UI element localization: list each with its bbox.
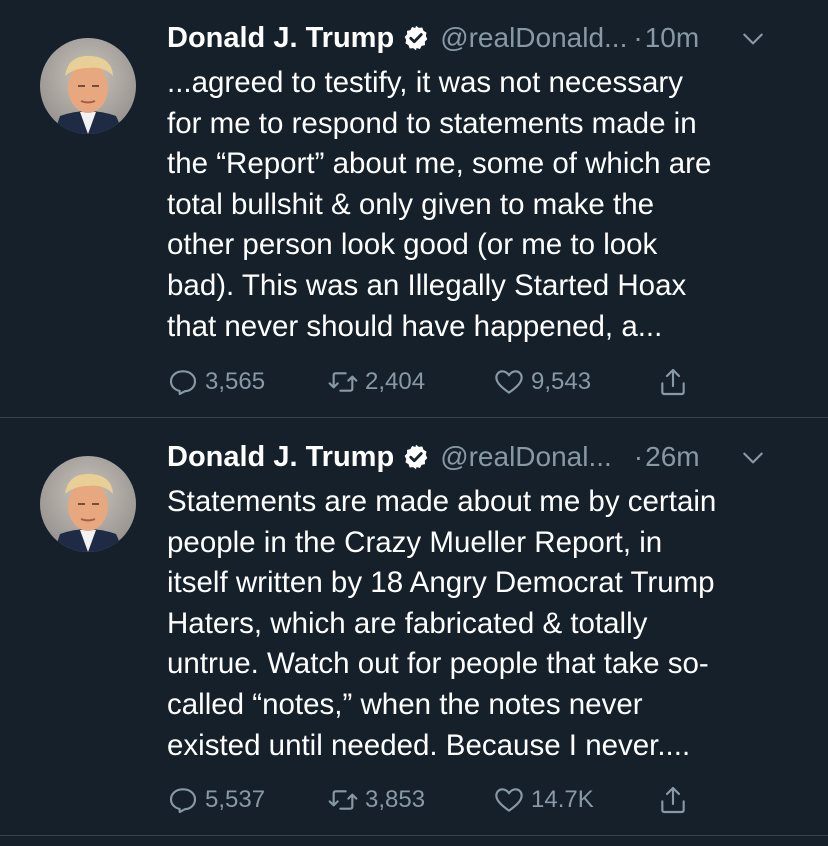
chevron-down-icon[interactable]	[740, 445, 766, 471]
reply-count: 5,537	[205, 786, 266, 813]
share-button[interactable]	[657, 362, 695, 402]
share-button[interactable]	[657, 780, 695, 820]
heart-icon	[495, 370, 523, 394]
tweet-text-line: itself written by 18 Angry Democrat Trum…	[167, 566, 715, 600]
tweet-text-line: people in the Crazy Mueller Report, in	[167, 525, 663, 559]
like-count: 14.7K	[531, 786, 594, 813]
author-name[interactable]: Donald J. Trump	[167, 441, 394, 474]
like-count: 9,543	[531, 368, 592, 395]
reply-button[interactable]: 3,565	[167, 362, 265, 402]
reply-button[interactable]: 5,537	[167, 780, 265, 820]
tweet-text-line: ...agreed to testify, it was not necessa…	[167, 66, 683, 99]
timestamp[interactable]: 26m	[645, 441, 699, 473]
tweet-text-line: Statements are made about me by certain	[167, 485, 717, 518]
share-icon	[661, 786, 685, 814]
heart-icon	[495, 788, 523, 812]
tweet-text-line: called “notes,” when the notes never	[167, 687, 643, 721]
retweet-button[interactable]: 3,853	[327, 780, 425, 820]
tweet-text-line: other person look good (or me to look	[167, 228, 658, 262]
share-icon	[661, 368, 685, 396]
author-handle[interactable]: @realDonald...	[440, 22, 627, 54]
like-button[interactable]: 14.7K	[493, 780, 594, 820]
like-button[interactable]: 9,543	[493, 362, 591, 402]
tweet-text-line: the “Report” about me, some of which are	[167, 147, 712, 181]
verified-badge-icon	[402, 443, 430, 471]
tweet-text: ...agreed to testify, it was not necessa…	[167, 63, 797, 347]
retweet-icon	[328, 372, 358, 392]
chevron-down-icon[interactable]	[740, 26, 766, 52]
tweet-actions: 5,537 3,853 14.7K	[167, 780, 727, 820]
separator-dot: ·	[633, 22, 643, 53]
tweet-header: Donald J. Trump @realDonal... · 26m	[167, 437, 768, 477]
tweet[interactable]: Donald J. Trump @realDonald... · 10m ...…	[0, 0, 828, 418]
retweet-count: 3,853	[365, 786, 426, 813]
verified-badge-icon	[402, 24, 430, 52]
reply-icon	[169, 788, 197, 814]
avatar[interactable]	[40, 38, 136, 134]
tweet-text-line: that never should have happened, a...	[167, 309, 663, 343]
retweet-icon	[328, 790, 358, 810]
retweet-count: 2,404	[365, 368, 426, 395]
tweet-text-line: untrue. Watch out for people that take s…	[167, 647, 709, 681]
author-name[interactable]: Donald J. Trump	[167, 22, 394, 55]
tweet-text: Statements are made about me by certain …	[167, 482, 797, 766]
timeline: Donald J. Trump @realDonald... · 10m ...…	[0, 0, 828, 846]
tweet-text-line: for me to respond to statements made in	[167, 106, 697, 140]
separator-dot: ·	[633, 441, 644, 472]
author-handle[interactable]: @realDonal...	[440, 441, 612, 473]
tweet-text-line: bad). This was an Illegally Started Hoax	[167, 268, 687, 302]
avatar[interactable]	[40, 456, 136, 552]
tweet-header: Donald J. Trump @realDonald... · 10m	[167, 18, 768, 58]
reply-count: 3,565	[205, 368, 266, 395]
timestamp[interactable]: 10m	[645, 22, 699, 54]
tweet-text-line: Haters, which are fabricated & totally	[167, 606, 648, 640]
retweet-button[interactable]: 2,404	[327, 362, 425, 402]
reply-icon	[169, 370, 197, 396]
tweet-actions: 3,565 2,404 9,543	[167, 362, 727, 402]
tweet-text-line: total bullshit & only given to make the	[167, 187, 655, 221]
tweet-text-line: existed until needed. Because I never...…	[167, 728, 691, 762]
tweet[interactable]: Donald J. Trump @realDonal... · 26m Stat…	[0, 419, 828, 836]
